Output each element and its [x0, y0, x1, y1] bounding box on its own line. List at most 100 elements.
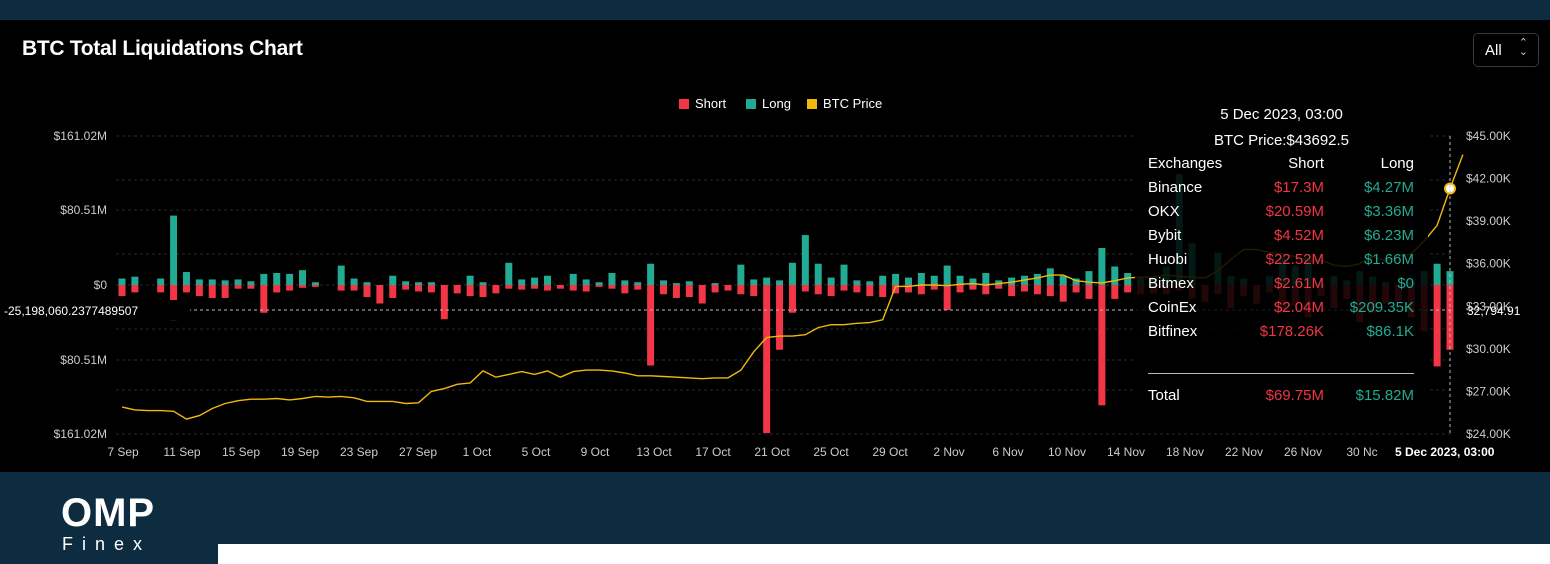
tooltip-short: $178.26K: [1259, 323, 1324, 340]
long-bar: [892, 273, 900, 285]
long-bar: [647, 263, 655, 285]
long-bar: [840, 264, 848, 285]
short-bar: [1085, 285, 1093, 299]
short-bar: [1021, 285, 1029, 292]
legend-label: Short: [695, 96, 726, 111]
long-bar: [879, 275, 887, 285]
short-bar: [788, 285, 796, 313]
right-axis-label: $45.00K: [1466, 129, 1511, 143]
x-axis-label: 11 Sep: [163, 445, 200, 459]
x-axis-label: 14 Nov: [1107, 445, 1145, 459]
short-bar: [763, 285, 771, 434]
long-bar: [311, 282, 319, 285]
long-bar: [131, 276, 139, 285]
short-bar: [157, 285, 165, 293]
short-bar: [724, 285, 732, 291]
long-bar: [608, 272, 616, 285]
long-bar: [1059, 275, 1067, 285]
short-bar: [350, 285, 358, 291]
left-axis-label: $0: [94, 278, 108, 292]
long-bar: [1046, 268, 1054, 285]
right-axis-label: $39.00K: [1466, 214, 1511, 228]
short-bar: [982, 285, 990, 295]
short-bar: [440, 285, 448, 320]
tooltip-short: $22.52M: [1265, 251, 1324, 268]
crosshair-x-label: 5 Dec 2023, 03:00: [1395, 445, 1495, 459]
long-bar: [660, 280, 668, 285]
short-bar: [1433, 285, 1441, 367]
tooltip-row-coinex: CoinEx $2.04M $209.35K: [1148, 299, 1414, 321]
x-axis-label: 1 Oct: [463, 445, 492, 459]
long-bar: [763, 277, 771, 285]
short-bar: [376, 285, 384, 304]
short-bar: [208, 285, 216, 298]
logo-sub-text: Finex: [62, 534, 152, 554]
long-bar: [260, 273, 268, 285]
short-bar: [647, 285, 655, 366]
long-bar: [363, 282, 371, 285]
short-bar: [1072, 285, 1080, 293]
short-bar: [1098, 285, 1106, 406]
tooltip-row-bybit: Bybit $4.52M $6.23M: [1148, 227, 1414, 249]
long-bar: [904, 277, 912, 285]
tooltip-row-huobi: Huobi $22.52M $1.66M: [1148, 251, 1414, 273]
tooltip-exchange: Bitmex: [1148, 275, 1194, 292]
short-bar: [453, 285, 461, 294]
tooltip-date: 5 Dec 2023, 03:00: [1220, 106, 1343, 123]
short-bar: [1046, 285, 1054, 297]
right-axis-label: $42.00K: [1466, 172, 1511, 186]
long-bar: [750, 279, 758, 285]
short-bar: [608, 285, 616, 289]
short-bar: [827, 285, 835, 297]
long-bar: [247, 281, 255, 285]
left-axis-label: $80.51M: [60, 203, 107, 217]
x-axis-label: 18 Nov: [1166, 445, 1204, 459]
x-axis-label: 27 Sep: [399, 445, 437, 459]
long-bar: [814, 263, 822, 285]
tooltip-header-short: Short: [1288, 155, 1324, 172]
short-bar: [995, 285, 1003, 289]
legend-label: BTC Price: [823, 96, 882, 111]
short-bar: [543, 285, 551, 291]
long-bar: [982, 272, 990, 285]
long-bar: [402, 281, 410, 285]
long-bar: [273, 272, 281, 285]
tooltip-row-bitmex: Bitmex $2.61M $0: [1148, 275, 1414, 297]
short-bar: [853, 285, 861, 293]
left-axis-label: $80.51M: [60, 353, 107, 367]
short-bar: [1111, 285, 1119, 299]
long-bar: [1033, 273, 1041, 285]
short-bar: [801, 285, 809, 292]
long-bar: [543, 275, 551, 285]
tooltip-header-row: Exchanges Short Long: [1148, 155, 1414, 177]
long-bar: [672, 283, 680, 285]
x-axis-label: 6 Nov: [992, 445, 1023, 459]
short-bar: [634, 285, 642, 290]
short-bar: [776, 285, 784, 350]
x-axis-label: 29 Oct: [872, 445, 908, 459]
crosshair-left-label: -25,198,060.2377489507: [4, 304, 138, 318]
tooltip-divider: [1148, 373, 1414, 374]
tooltip-exchange: CoinEx: [1148, 299, 1197, 316]
short-bar: [260, 285, 268, 313]
short-bar: [582, 285, 590, 292]
x-axis-label: 25 Oct: [813, 445, 849, 459]
top-band: [0, 0, 1550, 20]
right-axis-label: $27.00K: [1466, 384, 1511, 398]
x-axis-label: 7 Sep: [107, 445, 139, 459]
tooltip-row-bitfinex: Bitfinex $178.26K $86.1K: [1148, 323, 1414, 345]
short-bar: [402, 285, 410, 290]
long-bar: [221, 280, 229, 285]
short-bar: [1124, 285, 1132, 293]
short-bar: [1033, 285, 1041, 295]
x-axis-label: 17 Oct: [695, 445, 731, 459]
short-bar: [131, 285, 139, 293]
short-bar: [518, 285, 526, 290]
x-axis-label: 10 Nov: [1048, 445, 1086, 459]
short-bar: [737, 285, 745, 295]
right-axis-label: $30.00K: [1466, 342, 1511, 356]
legend-label: Long: [762, 96, 791, 111]
short-bar: [363, 285, 371, 298]
tooltip-long: $3.36M: [1363, 203, 1414, 220]
long-bar: [427, 282, 435, 285]
